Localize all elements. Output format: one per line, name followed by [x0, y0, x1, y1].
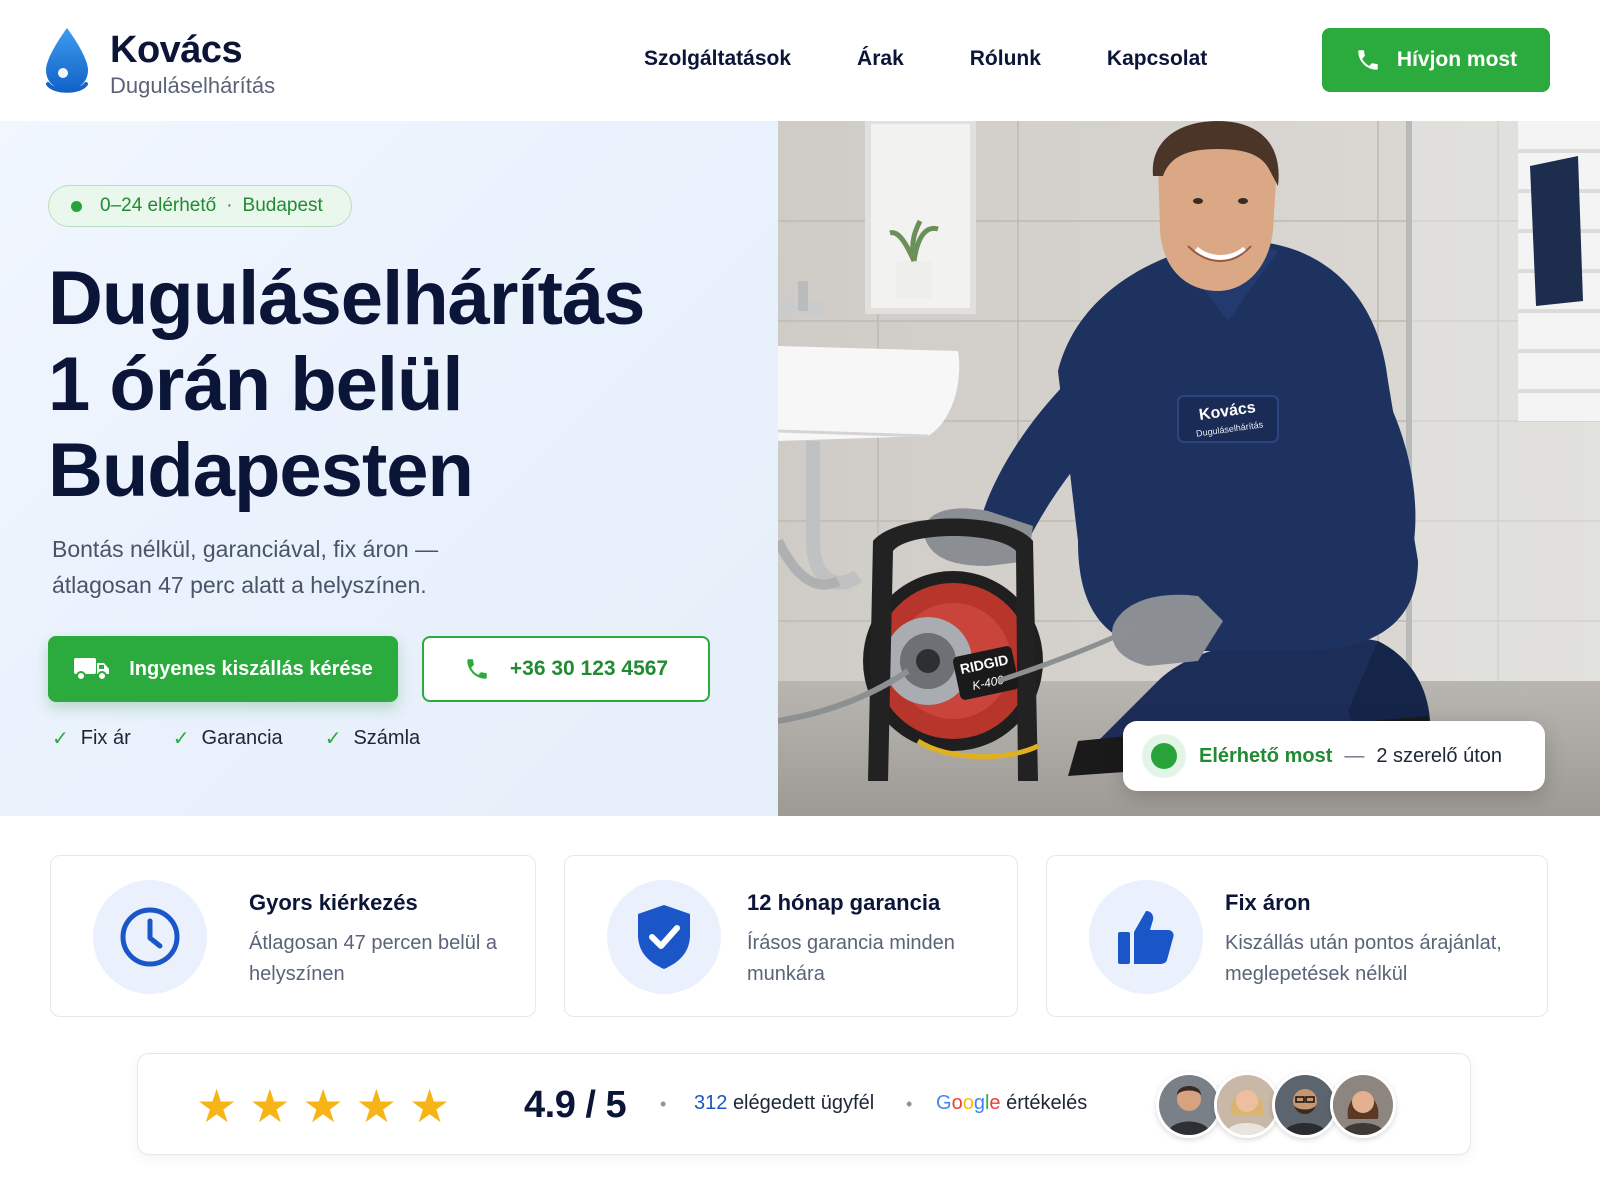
brand-logo[interactable]: Kovács Duguláselhárítás: [42, 26, 275, 100]
nav-item-kapcsolat[interactable]: Kapcsolat: [1107, 47, 1207, 71]
star-icon: ★: [355, 1080, 397, 1132]
live-status-icon: [1151, 743, 1177, 769]
customer-count: 312 elégedett ügyfél: [694, 1092, 874, 1115]
checkmark-icon: ✓: [52, 728, 69, 750]
avatar: [1272, 1072, 1338, 1138]
feature-title: 12 hónap garancia: [747, 890, 941, 915]
customer-avatars: [1156, 1072, 1396, 1138]
checkmark-icon: ✓: [324, 728, 342, 750]
check-item-invoice: ✓ Számla: [325, 726, 420, 751]
phone-number-button[interactable]: +36 30 123 4567: [422, 636, 710, 702]
badge-availability: 0–24 elérhető: [100, 195, 217, 216]
call-now-label: Hívjon most: [1396, 48, 1518, 71]
brand-name: Kovács: [110, 29, 243, 71]
checkmark-icon: ✓: [172, 728, 190, 750]
avatar: [1156, 1072, 1222, 1138]
availability-card: Elérhető most — 2 szerelő úton: [1123, 721, 1545, 791]
feature-card-guarantee: 12 hónap garancia Írásos garancia minden…: [564, 855, 1018, 1017]
shield-check-icon: [638, 905, 690, 969]
status-dot-icon: [71, 200, 82, 212]
star-rating: ★ ★ ★ ★ ★: [196, 1080, 462, 1132]
feature-title: Fix áron: [1225, 890, 1311, 915]
site-header: Kovács Duguláselhárítás Szolgáltatások Á…: [0, 0, 1600, 120]
availability-badge: 0–24 elérhető · Budapest: [48, 185, 352, 227]
rating-bar: ★ ★ ★ ★ ★ 4.9 / 5 • 312 elégedett ügyfél…: [137, 1053, 1471, 1155]
brand-subtitle: Duguláselhárítás: [110, 73, 276, 98]
clock-icon: [120, 907, 180, 967]
check-label: Garancia: [201, 727, 283, 749]
google-rating[interactable]: Google értékelés: [936, 1092, 1087, 1115]
separator-dot: •: [660, 1094, 667, 1114]
availability-status: Elérhető most: [1199, 744, 1333, 767]
rating-score: 4.9 / 5: [524, 1084, 627, 1126]
nav-item-rolunk[interactable]: Rólunk: [970, 47, 1041, 71]
feature-card-fixed-price: Fix áron Kiszállás után pontos árajánlat…: [1046, 855, 1548, 1017]
badge-city: Budapest: [242, 195, 323, 216]
avatar: [1214, 1072, 1280, 1138]
star-icon: ★: [409, 1080, 451, 1132]
check-label: Számla: [353, 727, 421, 749]
phone-number-label: +36 30 123 4567: [509, 657, 669, 680]
star-icon: ★: [302, 1080, 344, 1132]
nav-item-arak[interactable]: Árak: [857, 47, 904, 71]
avatar: [1330, 1072, 1396, 1138]
call-now-button[interactable]: Hívjon most: [1322, 28, 1550, 92]
benefit-checklist: ✓ Fix ár ✓ Garancia ✓ Számla: [52, 726, 462, 751]
check-label: Fix ár: [80, 727, 131, 749]
feature-title: Gyors kiérkezés: [249, 890, 418, 915]
hero-subtitle: Bontás nélkül, garanciával, fix áron — á…: [52, 536, 439, 598]
free-callout-button[interactable]: Ingyenes kiszállás kérése: [48, 636, 398, 702]
google-logo: Google: [936, 1092, 1001, 1114]
phone-icon: [467, 659, 487, 679]
nav-item-szolgaltatasok[interactable]: Szolgáltatások: [644, 47, 791, 71]
hero-title: Duguláselhárítás 1 órán belül Budapesten: [48, 256, 768, 514]
separator-dot: •: [906, 1094, 913, 1114]
hero-title-line-3: Budapesten: [48, 428, 474, 513]
feature-card-fast-arrival: Gyors kiérkezés Átlagosan 47 percen belü…: [50, 855, 536, 1017]
google-rating-label: értékelés: [1006, 1092, 1088, 1114]
star-icon: ★: [249, 1080, 291, 1132]
water-drop-icon: [46, 28, 88, 93]
check-item-fix-price: ✓ Fix ár: [52, 726, 131, 751]
availability-dash: —: [1344, 744, 1365, 767]
truck-icon: [74, 658, 110, 681]
feature-icon-wrap: [93, 880, 207, 994]
customer-count-label: elégedett ügyfél: [732, 1092, 875, 1114]
hero-section: 0–24 elérhető · Budapest Duguláselhárítá…: [0, 121, 778, 816]
check-item-guarantee: ✓ Garancia: [173, 726, 283, 751]
feature-description: Írásos garancia minden munkára: [747, 932, 955, 985]
availability-detail: 2 szerelő úton: [1376, 744, 1502, 767]
free-callout-label: Ingyenes kiszállás kérése: [129, 657, 373, 680]
feature-description: Átlagosan 47 percen belül a helyszínen: [249, 932, 497, 985]
plumber-photo-illustration: Kovács Duguláselhárítás RIDGID K-400: [778, 121, 1600, 816]
feature-icon-wrap: [1089, 880, 1203, 994]
feature-description: Kiszállás után pontos árajánlat, meglepe…: [1225, 932, 1502, 985]
hero-title-line-2: 1 órán belül: [48, 342, 464, 427]
thumbs-up-icon: [1118, 911, 1174, 964]
customer-count-number: 312: [694, 1092, 728, 1114]
hero-photo: Kovács Duguláselhárítás RIDGID K-400 Elé…: [778, 121, 1600, 816]
feature-icon-wrap: [607, 880, 721, 994]
hero-title-line-1: Duguláselhárítás: [48, 256, 645, 341]
badge-separator: ·: [226, 195, 233, 216]
phone-icon: [1358, 50, 1378, 70]
main-nav: Szolgáltatások Árak Rólunk Kapcsolat: [644, 47, 1273, 71]
star-icon: ★: [196, 1080, 238, 1132]
